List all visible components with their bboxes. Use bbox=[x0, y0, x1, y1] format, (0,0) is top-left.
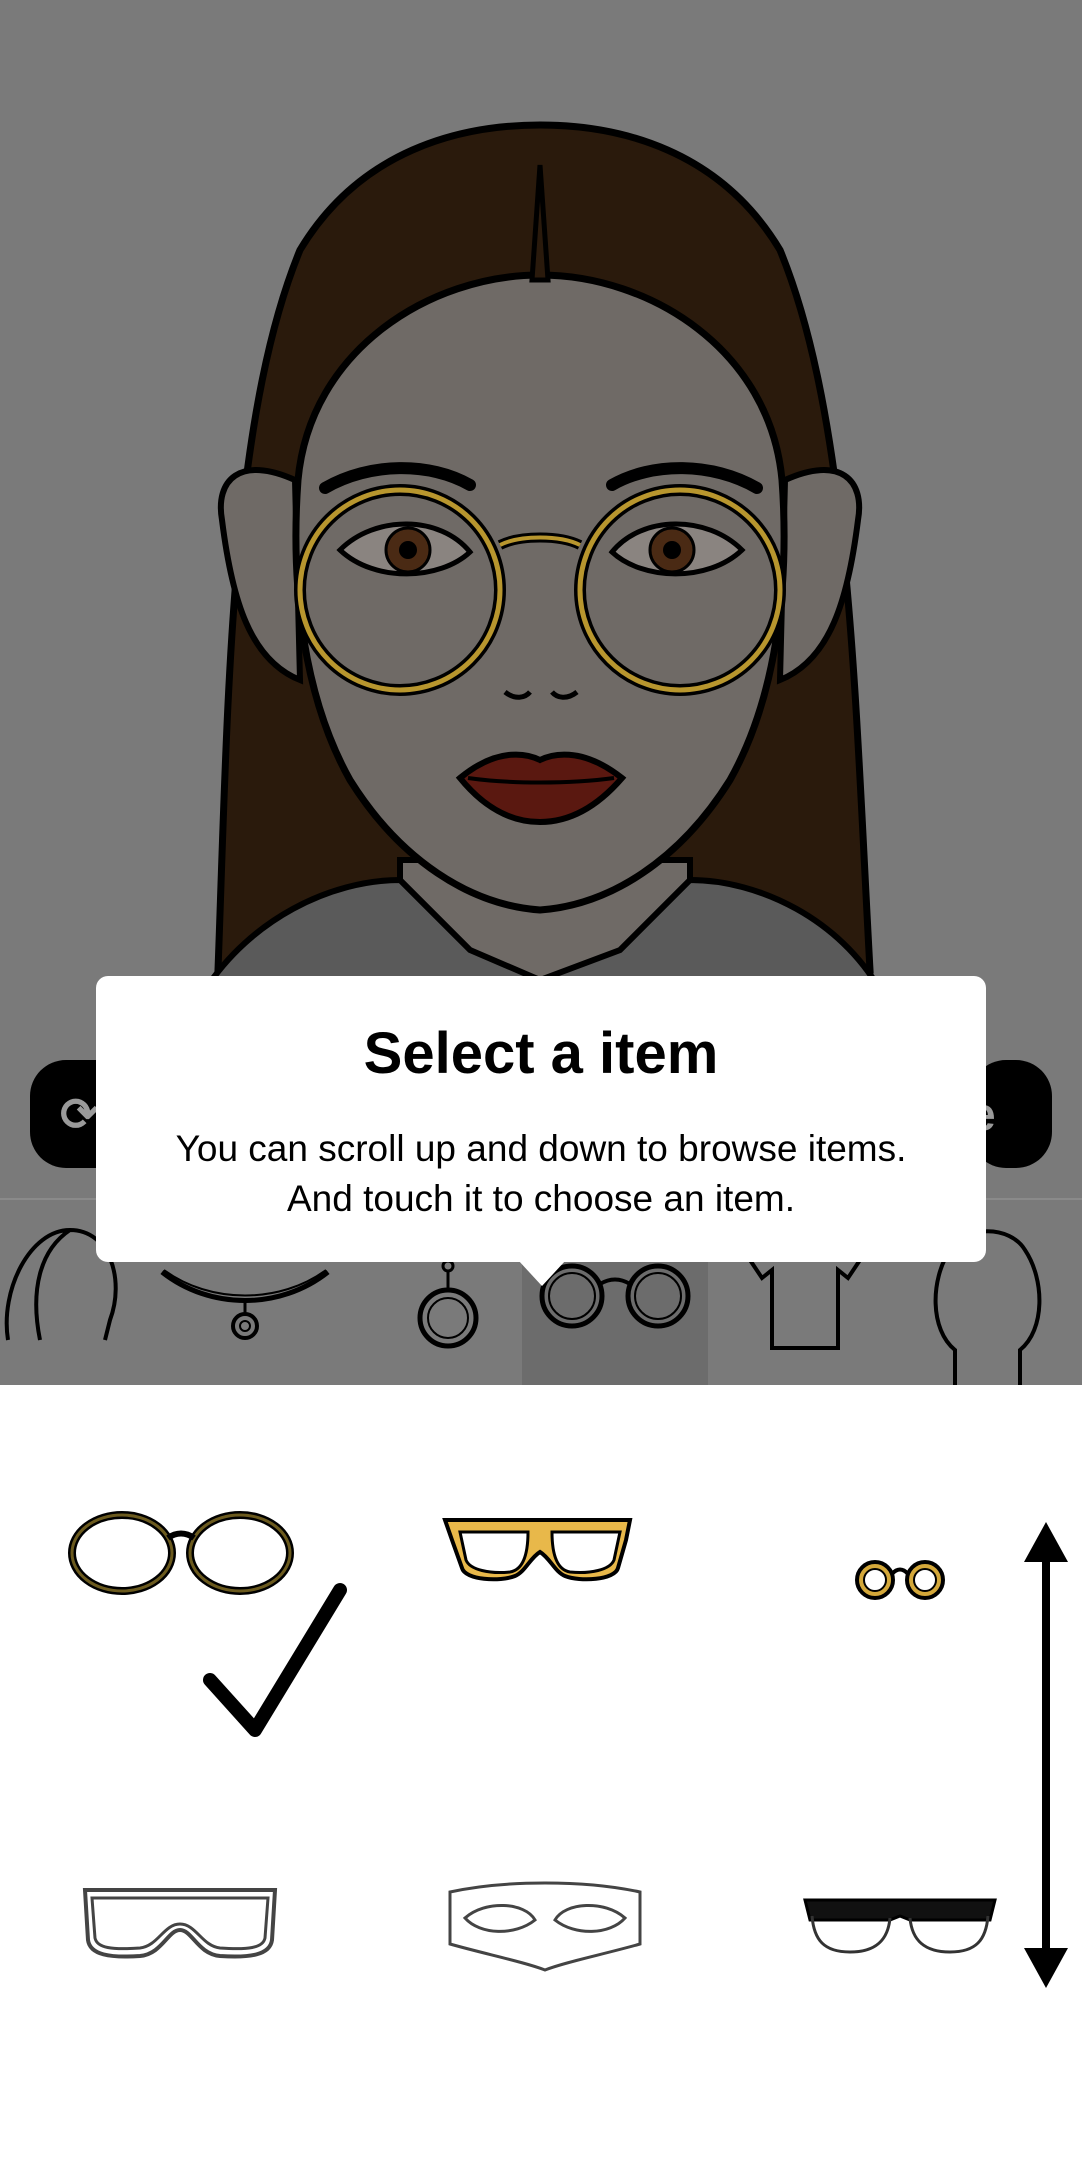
item-small-round-glasses[interactable] bbox=[850, 1550, 950, 1610]
reset-icon: ⟳ bbox=[60, 1088, 99, 1140]
mask-glasses-icon bbox=[448, 1881, 642, 1972]
tooltip-pointer bbox=[518, 1260, 566, 1286]
goggles-icon bbox=[82, 1888, 278, 1959]
checkmark-icon bbox=[203, 1583, 347, 1737]
item-browline-glasses[interactable] bbox=[800, 1890, 1000, 1970]
tooltip-message-line: And touch it to choose an item. bbox=[286, 1178, 796, 1219]
item-mask-glasses[interactable] bbox=[445, 1880, 645, 1980]
yellow-square-glasses-icon bbox=[442, 1518, 633, 1582]
item-yellow-square-glasses[interactable] bbox=[440, 1500, 640, 1620]
items-grid bbox=[0, 1390, 1082, 2162]
browline-glasses-icon bbox=[803, 1898, 997, 1954]
item-goggles[interactable] bbox=[80, 1880, 280, 1970]
tooltip-dialog: Select a item You can scroll up and down… bbox=[96, 976, 986, 1262]
tooltip-title: Select a item bbox=[363, 1021, 719, 1086]
small-round-glasses-icon bbox=[855, 1560, 945, 1600]
tooltip-message-line: You can scroll up and down to browse ite… bbox=[175, 1128, 907, 1169]
scroll-up-down-arrow-icon bbox=[1024, 1522, 1068, 1988]
